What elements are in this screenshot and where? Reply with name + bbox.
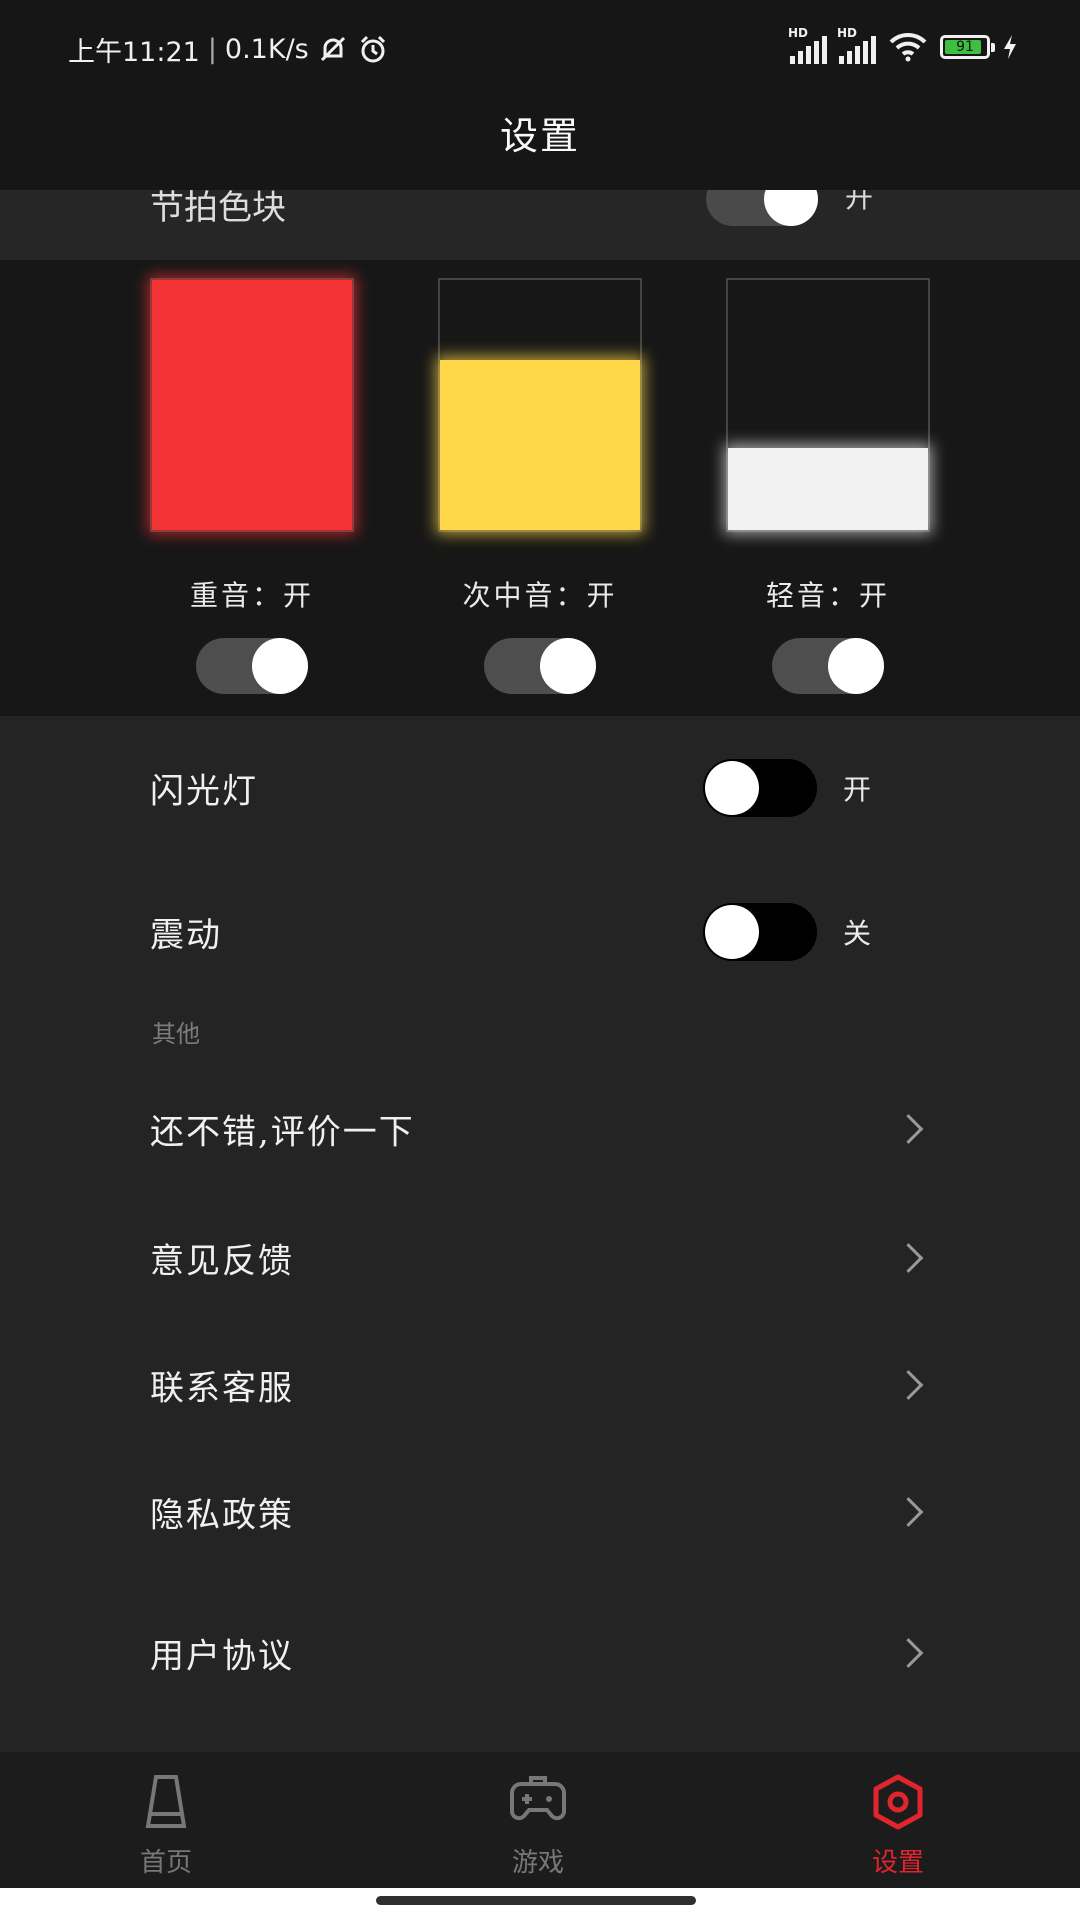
contact-service-row[interactable]: 联系客服	[0, 1322, 1080, 1448]
signal-hd-label: HD	[788, 26, 809, 40]
bottom-tab-bar: 首页 游戏 设置	[0, 1752, 1080, 1888]
vibration-row[interactable]: 震动 关	[0, 860, 1080, 1004]
beat-medium: 次中音：开	[438, 278, 642, 694]
status-left: 上午11:21 | 0.1K/s	[68, 30, 389, 69]
contact-service-label: 联系客服	[150, 1368, 294, 1409]
beat-light: 轻音：开	[726, 278, 930, 694]
privacy-policy-label: 隐私政策	[150, 1495, 294, 1536]
beat-accent-box	[150, 278, 354, 532]
toggle-knob	[764, 190, 818, 226]
rate-app-label: 还不错,评价一下	[150, 1112, 415, 1153]
privacy-policy-row[interactable]: 隐私政策	[0, 1448, 1080, 1576]
beat-light-fill	[728, 447, 928, 530]
switch-knob	[705, 905, 759, 959]
vibration-state: 关	[843, 917, 872, 950]
status-time: 上午11:21	[68, 37, 200, 68]
signal-icon: HD	[788, 26, 827, 64]
battery-level: 91	[956, 39, 974, 55]
gamepad-icon	[510, 1776, 566, 1821]
section-other-label: 其他	[152, 1020, 200, 1048]
beat-light-label: 轻音：开	[765, 579, 890, 612]
user-agreement-row[interactable]: 用户协议	[0, 1576, 1080, 1730]
home-indicator[interactable]	[376, 1896, 696, 1905]
beat-accent-fill	[152, 280, 352, 530]
beat-color-label: 节拍色块	[150, 190, 286, 228]
beat-accent-toggle[interactable]	[196, 638, 308, 694]
feedback-row[interactable]: 意见反馈	[0, 1194, 1080, 1322]
beat-color-row[interactable]: 节拍色块 开	[0, 190, 1080, 260]
beat-light-toggle[interactable]	[772, 638, 884, 694]
beat-accent-label: 重音：开	[189, 579, 314, 612]
flashlight-row[interactable]: 闪光灯 开	[0, 716, 1080, 860]
beat-accent: 重音：开	[150, 278, 354, 694]
charging-icon	[1004, 35, 1016, 59]
tab-settings[interactable]: 设置	[798, 1752, 998, 1888]
alarm-icon	[360, 35, 385, 62]
toggle-knob	[828, 638, 884, 694]
chevron-right-icon	[893, 1370, 924, 1400]
beat-light-box	[726, 278, 930, 532]
network-speed: 0.1K/s	[224, 34, 309, 65]
chevron-right-icon	[893, 1114, 924, 1144]
vibration-switch[interactable]	[703, 903, 817, 961]
chevron-right-icon	[893, 1497, 924, 1527]
status-divider: |	[207, 34, 217, 65]
beat-medium-toggle[interactable]	[484, 638, 596, 694]
beat-color-toggle[interactable]	[706, 190, 818, 226]
chevron-right-icon	[893, 1638, 924, 1668]
beat-medium-box	[438, 278, 642, 532]
signal-icon-2: HD	[837, 26, 876, 64]
settings-list: 闪光灯 开 震动 关 其他 还不错,评价一下 意见反馈 联系客服 隐私政策 用户…	[0, 716, 1080, 1730]
tab-settings-label: 设置	[871, 1848, 924, 1878]
page-header: 设置	[0, 100, 1080, 190]
toggle-knob	[252, 638, 308, 694]
wifi-icon	[889, 32, 927, 62]
battery-icon: 91	[940, 35, 995, 59]
user-agreement-label: 用户协议	[150, 1636, 294, 1677]
toggle-knob	[540, 638, 596, 694]
switch-knob	[705, 761, 759, 815]
flashlight-state: 开	[843, 773, 872, 806]
tab-home[interactable]: 首页	[66, 1752, 266, 1888]
page-title: 设置	[499, 114, 580, 158]
status-right: HD HD 91	[788, 26, 1018, 64]
flashlight-switch[interactable]	[703, 759, 817, 817]
status-bar: 上午11:21 | 0.1K/s HD HD 91	[0, 0, 1080, 100]
vibration-label: 震动	[150, 915, 222, 956]
tab-game[interactable]: 游戏	[438, 1752, 638, 1888]
rate-app-row[interactable]: 还不错,评价一下	[0, 1064, 1080, 1194]
flashlight-label: 闪光灯	[150, 771, 258, 812]
section-other: 其他	[0, 1004, 1080, 1064]
tab-home-label: 首页	[139, 1848, 192, 1878]
beat-panel: 重音：开 次中音：开 轻音：开	[0, 260, 1080, 716]
beat-medium-label: 次中音：开	[462, 579, 618, 612]
beat-color-state: 开	[845, 190, 874, 214]
settings-hexagon-icon	[873, 1774, 923, 1830]
feedback-label: 意见反馈	[150, 1241, 294, 1282]
mute-icon	[320, 36, 345, 61]
metronome-icon	[145, 1775, 187, 1828]
beat-medium-fill	[440, 360, 640, 530]
signal-hd-label-2: HD	[837, 26, 858, 40]
chevron-right-icon	[893, 1243, 924, 1273]
tab-game-label: 游戏	[511, 1848, 564, 1878]
